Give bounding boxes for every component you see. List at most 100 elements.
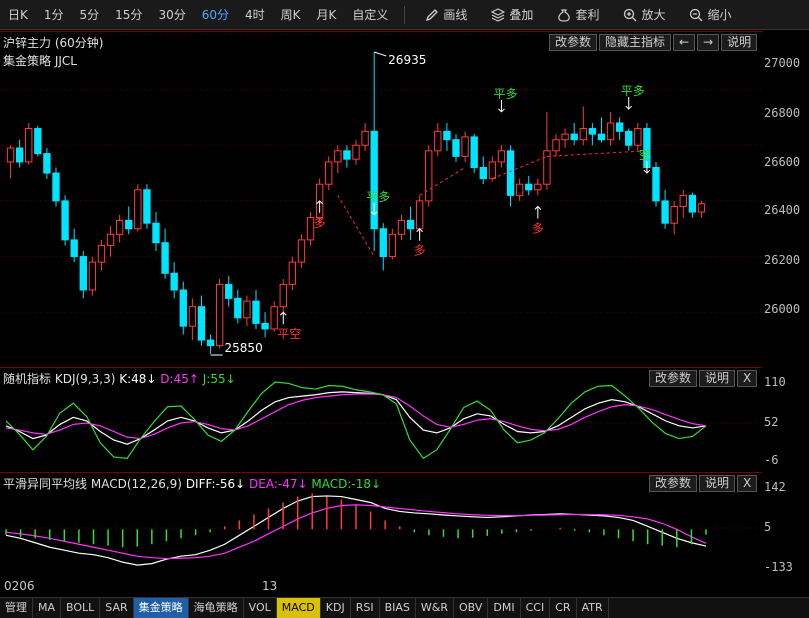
indicator-tab[interactable]: MACD [276, 598, 321, 618]
candle-body [125, 219, 133, 230]
candle-body [43, 153, 51, 174]
layers-icon [491, 7, 506, 22]
indicator-tab[interactable]: CR [550, 598, 577, 618]
signal-label: 平多 [366, 190, 390, 204]
kdj-panel[interactable]: 随机指标 KDJ(9,3,3) K:48↓ D:45↑ J:55↓ 改参数 说明… [0, 367, 762, 471]
candle-body [379, 228, 387, 258]
scroll-left-button[interactable]: ← [673, 34, 696, 51]
scroll-right-button[interactable]: → [697, 34, 720, 51]
indicator-tab[interactable]: BIAS [380, 598, 416, 618]
signal-label: 平空 [277, 327, 301, 341]
indicator-tab[interactable]: OBV [454, 598, 489, 618]
candle-body [15, 147, 24, 163]
indicator-tab[interactable]: 集金策略 [133, 598, 189, 618]
kdj-close-button[interactable]: X [737, 370, 758, 387]
help-button[interactable]: 说明 [721, 34, 758, 51]
macd-edit-params-button[interactable]: 改参数 [649, 475, 698, 492]
indicator-tab[interactable]: ATR [577, 598, 609, 618]
period-tab[interactable]: 4时 [237, 0, 273, 30]
candle-body [88, 261, 97, 291]
kdj-title-row: 随机指标 KDJ(9,3,3) K:48↓ D:45↑ J:55↓ [3, 370, 236, 387]
kdj-help-button[interactable]: 说明 [699, 370, 736, 387]
candle-body [334, 150, 342, 163]
price-tick: 26800 [764, 106, 801, 120]
candle-body [115, 219, 124, 235]
macd-title: 平滑异同平均线 [3, 477, 88, 491]
edit-params-button[interactable]: 改参数 [549, 34, 598, 51]
indicator-tab[interactable]: 管理 [0, 598, 33, 618]
candle-body [661, 200, 669, 224]
candle-body [506, 150, 515, 196]
period-tab[interactable]: 日K [0, 0, 36, 30]
candle-body [34, 128, 42, 155]
signal-label: 多 [414, 244, 426, 258]
period-tab[interactable]: 5分 [72, 0, 108, 30]
arbitrage-label: 套利 [575, 8, 600, 22]
candlestick-chart[interactable]: 2693525850平空多平多多平多多平多空 [0, 32, 762, 367]
indicator-tab[interactable]: CCI [521, 598, 551, 618]
indicator-tab[interactable]: KDJ [321, 598, 351, 618]
candle-body [343, 150, 351, 160]
macd-buttons: 改参数 说明 X [649, 475, 758, 492]
indicator-tab[interactable]: 海龟策略 [189, 598, 244, 618]
macd-close-button[interactable]: X [737, 475, 758, 492]
kdj-title: 随机指标 [3, 372, 52, 386]
zoom-out-button[interactable]: 缩小 [677, 0, 743, 30]
arrow-down-icon [498, 99, 505, 113]
macd-panel[interactable]: 平滑异同平均线 MACD(12,26,9) DIFF:-56↓ DEA:-47↓… [0, 472, 762, 578]
macd-help-button[interactable]: 说明 [699, 475, 736, 492]
candle-body [325, 161, 333, 185]
candle-body [479, 167, 487, 180]
kdj-tick: 52 [764, 415, 779, 429]
period-tab[interactable]: 自定义 [344, 0, 396, 30]
signal-label: 多 [532, 221, 544, 235]
candle-body [388, 233, 397, 258]
indicator-tab[interactable]: MA [33, 598, 62, 618]
period-tab[interactable]: 30分 [150, 0, 193, 30]
money-bag-icon [558, 8, 571, 22]
indicator-tab[interactable]: W&R [416, 598, 454, 618]
candle-body [279, 283, 287, 308]
indicator-tab[interactable]: BOLL [61, 598, 101, 618]
overlay-button[interactable]: 叠加 [479, 0, 545, 30]
main-chart-panel[interactable]: 26935 25850 平空多平多多平多多平多空 沪锌主力 (60分钟) 集金策略 … [0, 31, 762, 366]
time-label: 0206 [4, 579, 35, 593]
high-price-label: 26935 [388, 53, 426, 67]
period-tab[interactable]: 15分 [107, 0, 150, 30]
period-tab[interactable]: 周K [273, 0, 309, 30]
signal-label: 多 [314, 216, 326, 230]
candle-body [634, 128, 642, 146]
hide-main-indicator-button[interactable]: 隐藏主指标 [599, 34, 672, 51]
period-tab[interactable]: 月K [309, 0, 345, 30]
candle-body [234, 297, 242, 319]
candle-body [497, 150, 506, 163]
candle-body [443, 130, 451, 141]
candle-body [597, 133, 606, 141]
candle-body [52, 172, 60, 202]
candle-body [679, 194, 687, 207]
draw-line-label: 画线 [443, 8, 468, 22]
period-tab[interactable]: 1分 [36, 0, 72, 30]
candle-body [79, 256, 87, 291]
signal-label: 平多 [621, 84, 645, 98]
zoom-in-button[interactable]: 放大 [611, 0, 677, 30]
candle-body [206, 339, 215, 347]
period-tabs: 日K 1分 5分 15分 30分 60分 4时 周K 月K 自定义 [0, 0, 396, 30]
indicator-tab[interactable]: RSI [351, 598, 380, 618]
indicator-tab[interactable]: SAR [100, 598, 134, 618]
indicator-tab[interactable]: DMI [488, 598, 521, 618]
candle-body [261, 322, 269, 330]
candle-body [670, 205, 678, 224]
candle-body [652, 167, 660, 202]
arbitrage-button[interactable]: 套利 [545, 0, 611, 30]
kdj-edit-params-button[interactable]: 改参数 [649, 370, 698, 387]
price-tick: 26600 [764, 155, 801, 169]
draw-line-button[interactable]: 画线 [413, 0, 479, 30]
kdj-k-value: K:48↓ [119, 372, 157, 386]
candle-body [397, 219, 406, 235]
candle-body [106, 233, 115, 246]
candle-body [615, 122, 624, 132]
indicator-tab[interactable]: VOL [244, 598, 277, 618]
period-tab[interactable]: 60分 [194, 0, 237, 30]
series-line-k [5, 391, 707, 445]
